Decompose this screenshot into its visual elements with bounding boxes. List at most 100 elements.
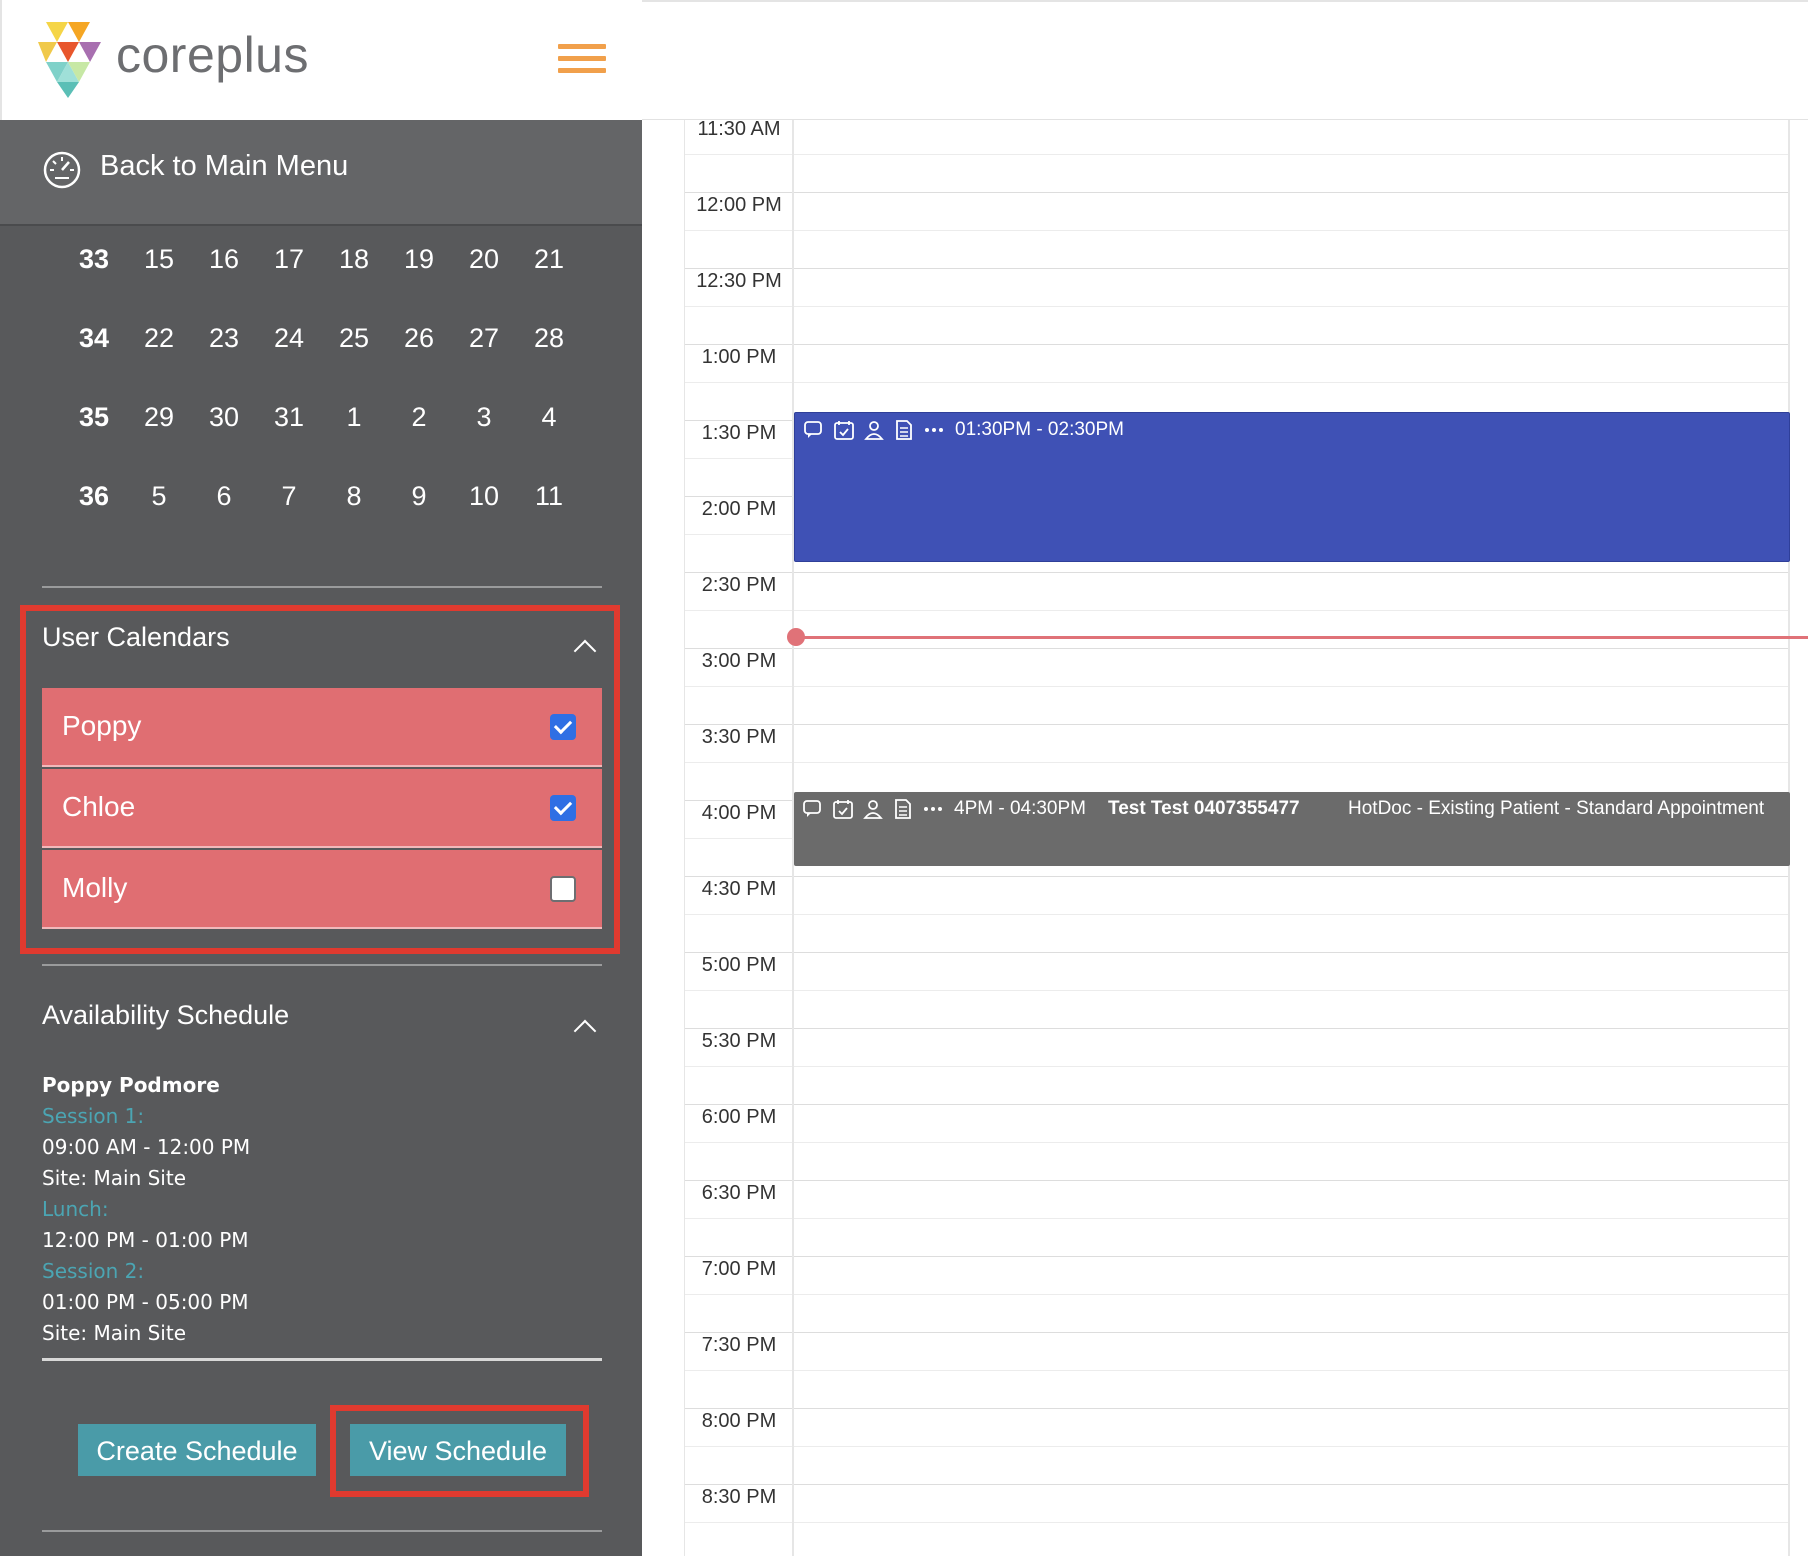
time-label: 1:00 PM [701,346,777,368]
poppy-checkbox[interactable] [550,714,576,740]
calendar-day[interactable]: 11 [519,481,579,512]
more-options-icon[interactable] [922,798,944,820]
calendar-day[interactable]: 6 [194,481,254,512]
collapse-availability-icon[interactable] [573,1019,597,1043]
calendar-check-icon[interactable] [833,419,855,441]
divider [42,1358,602,1361]
chat-icon[interactable] [803,419,825,441]
calendar-day[interactable]: 31 [259,402,319,433]
time-label: 11:30 AM [697,120,781,140]
time-label: 3:00 PM [701,650,777,672]
calendar-day[interactable]: 23 [194,323,254,354]
appointment-actions [803,419,945,441]
person-icon[interactable] [863,419,885,441]
calendar-day[interactable]: 4 [519,402,579,433]
user-calendar-label: Chloe [62,791,136,822]
more-options-icon[interactable] [923,419,945,441]
calendar-week-row: 34 22 23 24 25 26 27 28 [64,305,584,384]
calendar-day[interactable]: 15 [129,244,189,275]
availability-details: Poppy Podmore Session 1: 09:00 AM - 12:0… [42,1070,602,1349]
calendar-day[interactable]: 30 [194,402,254,433]
document-icon[interactable] [893,419,915,441]
current-time-dot [787,628,805,646]
week-number: 35 [78,402,110,432]
chat-icon[interactable] [802,798,824,820]
calendar-day[interactable]: 5 [129,481,189,512]
time-slot[interactable]: 6:30 PM [684,1180,1808,1256]
time-label: 7:30 PM [701,1334,777,1356]
calendar-day[interactable]: 9 [389,481,449,512]
view-schedule-button[interactable]: View Schedule [350,1424,566,1476]
time-label: 2:30 PM [701,574,777,596]
appointment-block[interactable]: 01:30PM - 02:30PM [794,412,1790,562]
calendar-day[interactable]: 16 [194,244,254,275]
calendar-day[interactable]: 7 [259,481,319,512]
document-icon[interactable] [892,798,914,820]
week-number: 36 [78,481,110,511]
calendar-day[interactable]: 8 [324,481,384,512]
calendar-day[interactable]: 3 [454,402,514,433]
appointment-actions [802,798,944,820]
calendar-day[interactable]: 28 [519,323,579,354]
time-label: 5:00 PM [701,954,777,976]
time-slot[interactable]: 3:30 PM [684,724,1808,800]
calendar-check-icon[interactable] [832,798,854,820]
week-number: 33 [78,244,110,274]
appointment-type: HotDoc - Existing Patient - Standard App… [1348,798,1765,819]
day-calendar[interactable]: 11:30 AM 12:00 PM 12:30 PM 1:00 PM 1:30 … [684,120,1808,1556]
calendar-day[interactable]: 22 [129,323,189,354]
appointment-block[interactable]: 4PM - 04:30PM Test Test 0407355477 HotDo… [794,792,1790,866]
user-calendar-molly[interactable]: Molly [42,850,602,929]
calendar-day[interactable]: 25 [324,323,384,354]
time-slot[interactable]: 4:30 PM [684,876,1808,952]
time-slot[interactable]: 6:00 PM [684,1104,1808,1180]
time-slot[interactable]: 7:00 PM [684,1256,1808,1332]
create-schedule-button[interactable]: Create Schedule [78,1424,316,1476]
calendar-day[interactable]: 18 [324,244,384,275]
time-slot[interactable]: 3:00 PM [684,648,1808,724]
session-label: Session 2: [42,1259,145,1283]
time-slot[interactable]: 5:30 PM [684,1028,1808,1104]
time-slot[interactable]: 12:00 PM [684,192,1808,268]
time-slot[interactable]: 5:00 PM [684,952,1808,1028]
calendar-day[interactable]: 10 [454,481,514,512]
calendar-day[interactable]: 21 [519,244,579,275]
calendar-day[interactable]: 20 [454,244,514,275]
session-time: 01:00 PM - 05:00 PM [42,1290,249,1314]
time-label: 2:00 PM [701,498,777,520]
session-time: 09:00 AM - 12:00 PM [42,1135,251,1159]
time-label: 6:00 PM [701,1106,777,1128]
calendar-day[interactable]: 1 [324,402,384,433]
time-slot[interactable]: 11:30 AM [684,120,1808,192]
time-slot[interactable]: 7:30 PM [684,1332,1808,1408]
calendar-day[interactable]: 17 [259,244,319,275]
chloe-checkbox[interactable] [550,795,576,821]
calendar-day[interactable]: 29 [129,402,189,433]
molly-checkbox[interactable] [550,876,576,902]
calendar-day[interactable]: 27 [454,323,514,354]
back-to-main-menu-label: Back to Main Menu [100,150,349,182]
user-calendar-chloe[interactable]: Chloe [42,769,602,848]
user-calendar-label: Poppy [62,710,142,741]
person-icon[interactable] [862,798,884,820]
back-to-main-menu-button[interactable]: Back to Main Menu [0,120,642,226]
hamburger-menu-icon[interactable] [558,44,606,80]
logo-text: coreplus [116,27,309,83]
calendar-week-row: 36 5 6 7 8 9 10 11 [64,463,584,542]
time-label: 3:30 PM [701,726,777,748]
time-label: 4:30 PM [701,878,777,900]
time-slot[interactable]: 1:00 PM [684,344,1808,420]
mini-calendar: 33 15 16 17 18 19 20 21 34 22 23 24 25 2… [64,226,584,542]
time-slot[interactable]: 8:30 PM [684,1484,1808,1556]
calendar-day[interactable]: 24 [259,323,319,354]
time-slot[interactable]: 12:30 PM [684,268,1808,344]
logo-bar: coreplus [0,0,642,120]
time-slot[interactable]: 8:00 PM [684,1408,1808,1484]
calendar-day[interactable]: 19 [389,244,449,275]
calendar-week-row: 33 15 16 17 18 19 20 21 [64,226,584,305]
calendar-day[interactable]: 26 [389,323,449,354]
divider [42,1530,602,1532]
user-calendar-poppy[interactable]: Poppy [42,688,602,767]
time-label: 12:00 PM [696,194,782,216]
calendar-day[interactable]: 2 [389,402,449,433]
